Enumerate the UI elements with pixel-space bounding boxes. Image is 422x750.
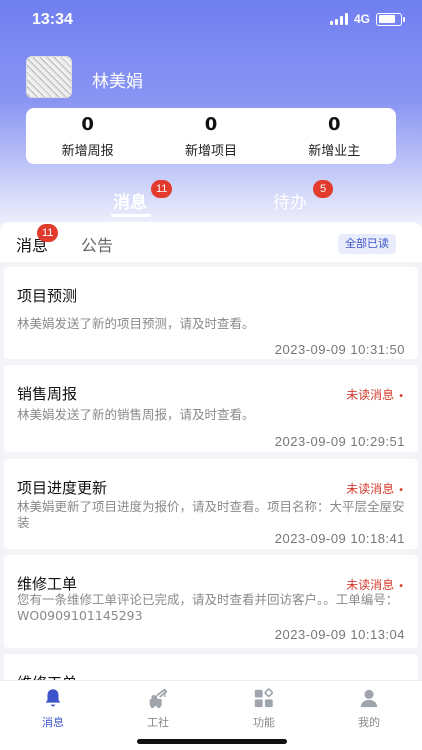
nav-profile[interactable]: 我的: [339, 687, 399, 730]
message-time: 2023-09-09 10:29:51: [274, 434, 405, 449]
unread-indicator: 未读消息: [346, 480, 404, 497]
status-bar: 13:34 4G: [0, 0, 422, 40]
nav-label: 消息: [42, 716, 64, 729]
tab-todo[interactable]: 待办: [273, 188, 307, 213]
stat-label: 新增项目: [184, 143, 237, 159]
tab-messages[interactable]: 消息: [113, 188, 147, 213]
message-body: 林美娟发送了新的项目预测，请及时查看。: [17, 316, 255, 331]
mark-all-read-button[interactable]: 全部已读: [338, 234, 396, 254]
stat-label: 新增周报: [61, 143, 114, 159]
main-tabs: 消息 11 待办 5: [0, 180, 422, 222]
stat-new-projects[interactable]: 0 新增项目: [156, 114, 266, 159]
avatar[interactable]: [26, 56, 72, 98]
stats-card: 0 新增周报 0 新增项目 0 新增业主: [26, 108, 396, 164]
message-title: 项目预测: [17, 287, 78, 305]
signal-icon: [329, 13, 348, 25]
stat-value: 0: [81, 113, 94, 135]
nav-label: 我的: [358, 716, 380, 729]
battery-icon: [376, 12, 405, 26]
message-body: 林美娟发送了新的销售周报，请及时查看。: [17, 407, 255, 422]
status-time: 13:34: [32, 11, 73, 28]
messages-badge: 11: [151, 180, 173, 198]
stat-label: 新增业主: [308, 143, 361, 159]
message-card[interactable]: 项目进度更新 未读消息 林美娟更新了项目进度为报价，请及时查看。项目名称：大平层…: [4, 459, 418, 549]
message-time: 2023-09-09 10:31:50: [274, 342, 405, 357]
message-time: 2023-09-09 10:13:04: [274, 627, 405, 642]
message-body: 林美娟更新了项目进度为报价，请及时查看。项目名称：大平层全屋安装: [17, 499, 405, 530]
stat-value: 0: [204, 113, 218, 135]
nav-messages[interactable]: 消息: [23, 687, 83, 730]
message-card[interactable]: 维修工单 未读消息 您有一条维修工单评论已完成，请及时查看并回访客户。。工单编号…: [4, 555, 418, 648]
message-title: 维修工单: [17, 575, 78, 593]
bell-icon: [45, 689, 61, 707]
stat-value: 0: [328, 113, 341, 135]
unread-indicator: 未读消息: [346, 576, 404, 593]
status-indicators: 4G: [329, 12, 405, 26]
nav-functions[interactable]: 功能: [234, 687, 294, 730]
user-name: 林美娟: [92, 72, 143, 92]
message-body: 您有一条维修工单评论已完成，请及时查看并回访客户。。工单编号：WO0909101…: [17, 592, 399, 623]
network-label: 4G: [353, 12, 370, 26]
message-card[interactable]: 项目预测 林美娟发送了新的项目预测，请及时查看。 2023-09-09 10:3…: [4, 267, 418, 359]
nav-label: 功能: [253, 716, 275, 729]
sub-tab-announcements[interactable]: 公告: [81, 232, 113, 256]
todo-badge: 5: [313, 180, 333, 198]
home-indicator[interactable]: [137, 739, 287, 744]
message-time: 2023-09-09 10:18:41: [274, 531, 405, 546]
nav-label: 工社: [147, 716, 169, 729]
sub-messages-badge: 11: [37, 224, 59, 242]
message-card[interactable]: 销售周报 未读消息 林美娟发送了新的销售周报，请及时查看。 2023-09-09…: [4, 365, 418, 452]
message-title: 项目进度更新: [17, 479, 108, 497]
nav-community[interactable]: 工社: [128, 687, 188, 730]
sub-tab-bar: 消息 11 公告 全部已读: [0, 222, 422, 262]
message-title: 销售周报: [17, 385, 78, 403]
user-icon: [360, 689, 378, 708]
stat-weekly-reports[interactable]: 0 新增周报: [33, 114, 143, 159]
grid-icon: [254, 688, 274, 708]
active-tab-indicator: [111, 214, 151, 217]
unread-indicator: 未读消息: [346, 386, 404, 403]
stat-new-owners[interactable]: 0 新增业主: [279, 114, 389, 159]
crane-icon: [149, 688, 168, 709]
